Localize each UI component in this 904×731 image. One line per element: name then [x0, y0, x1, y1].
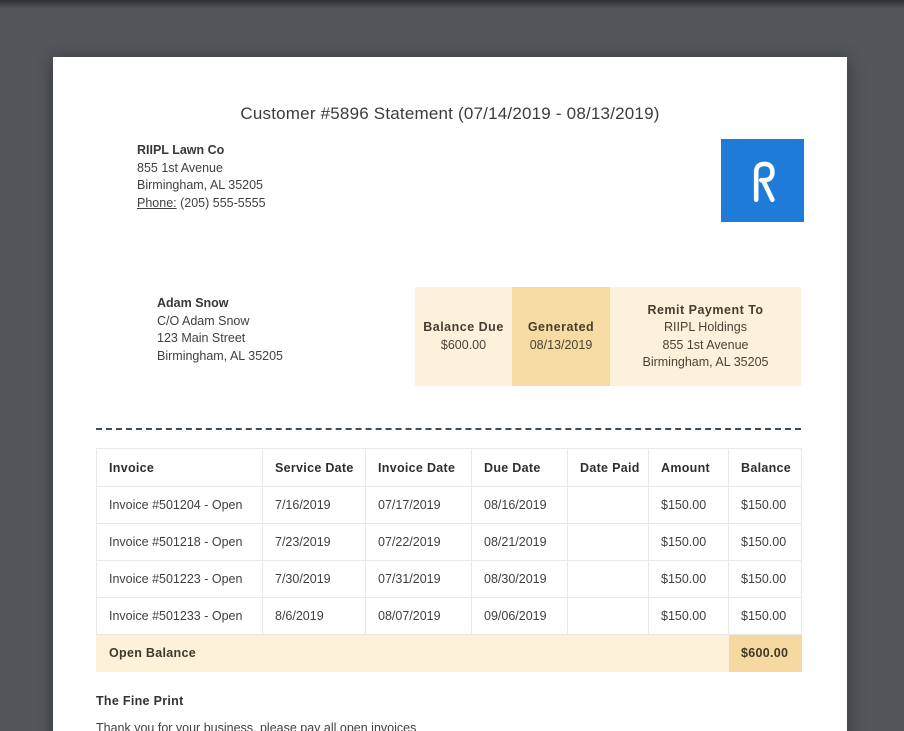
- cell-invoice: Invoice #501233 - Open: [96, 597, 263, 635]
- balance-due-value: $600.00: [440, 337, 487, 352]
- balance-due-label: Balance Due: [423, 320, 504, 334]
- company-address-line1: 855 1st Avenue: [137, 160, 223, 175]
- cell-date-paid: [567, 597, 649, 635]
- balance-due-cell: Balance Due $600.00: [415, 287, 512, 386]
- cell-invoice-date: 07/31/2019: [365, 560, 472, 598]
- header-invoice-date: Invoice Date: [365, 448, 472, 487]
- open-balance-label: Open Balance: [96, 634, 729, 672]
- company-logo: [721, 139, 804, 222]
- cell-balance: $150.00: [728, 597, 802, 635]
- statement-page: Customer #5896 Statement (07/14/2019 - 0…: [53, 57, 847, 731]
- recipient-care-of: C/O Adam Snow: [157, 313, 250, 328]
- table-row: Invoice #501233 - Open 8/6/2019 08/07/20…: [96, 597, 802, 635]
- open-balance-row: Open Balance $600.00: [96, 634, 802, 672]
- cell-amount: $150.00: [648, 523, 729, 561]
- cell-invoice: Invoice #501204 - Open: [96, 486, 263, 524]
- remit-payment-cell: Remit Payment To RIIPL Holdings 855 1st …: [610, 287, 801, 386]
- cell-date-paid: [567, 486, 649, 524]
- dashed-separator: [96, 428, 801, 430]
- phone-label: Phone:: [137, 195, 177, 210]
- phone-number: (205) 555-5555: [180, 195, 266, 210]
- invoice-table: Invoice Service Date Invoice Date Due Da…: [96, 448, 802, 672]
- cell-date-paid: [567, 560, 649, 598]
- company-phone-line: Phone: (205) 555-5555: [137, 195, 266, 213]
- cell-balance: $150.00: [728, 560, 802, 598]
- cell-due-date: 08/21/2019: [471, 523, 568, 561]
- fine-print-heading: The Fine Print: [96, 694, 184, 708]
- company-address-line2: Birmingham, AL 35205: [137, 178, 264, 192]
- cell-invoice-date: 07/17/2019: [365, 486, 472, 524]
- recipient-name: Adam Snow: [157, 296, 229, 310]
- generated-label: Generated: [527, 320, 595, 334]
- remit-address2: Birmingham, AL 35205: [642, 355, 769, 369]
- cell-invoice-date: 08/07/2019: [365, 597, 472, 635]
- fine-print-text: Thank you for your business, please pay …: [96, 721, 417, 731]
- cell-date-paid: [567, 523, 649, 561]
- document-viewer: { "document": { "title": "Customer #5896…: [0, 0, 904, 731]
- open-balance-total: $600.00: [728, 634, 802, 672]
- cell-service-date: 7/23/2019: [262, 523, 366, 561]
- header-balance: Balance: [728, 448, 802, 487]
- cell-service-date: 8/6/2019: [262, 597, 366, 635]
- cell-due-date: 08/30/2019: [471, 560, 568, 598]
- table-header-row: Invoice Service Date Invoice Date Due Da…: [96, 448, 802, 487]
- table-row: Invoice #501218 - Open 7/23/2019 07/22/2…: [96, 523, 802, 561]
- recipient-city: Birmingham, AL 35205: [157, 348, 284, 363]
- remit-address1: 855 1st Avenue: [662, 337, 749, 352]
- table-row: Invoice #501223 - Open 7/30/2019 07/31/2…: [96, 560, 802, 598]
- cell-due-date: 08/16/2019: [471, 486, 568, 524]
- cell-balance: $150.00: [728, 523, 802, 561]
- recipient-address-block: Adam Snow C/O Adam Snow 123 Main Street …: [157, 295, 283, 365]
- cell-due-date: 09/06/2019: [471, 597, 568, 635]
- generated-cell: Generated 08/13/2019: [512, 287, 610, 386]
- cell-service-date: 7/30/2019: [262, 560, 366, 598]
- cell-service-date: 7/16/2019: [262, 486, 366, 524]
- cell-invoice-date: 07/22/2019: [365, 523, 472, 561]
- remit-label: Remit Payment To: [647, 302, 764, 317]
- cell-amount: $150.00: [648, 560, 729, 598]
- header-service-date: Service Date: [262, 448, 366, 487]
- remit-name: RIIPL Holdings: [664, 320, 747, 334]
- statement-title: Customer #5896 Statement (07/14/2019 - 0…: [240, 104, 660, 123]
- logo-r-icon: [744, 158, 782, 204]
- cell-invoice: Invoice #501223 - Open: [96, 560, 263, 598]
- viewer-top-shadow: [0, 0, 904, 9]
- generated-value: 08/13/2019: [529, 337, 593, 352]
- recipient-street: 123 Main Street: [157, 331, 246, 345]
- company-name: RIIPL Lawn Co: [137, 143, 225, 157]
- cell-balance: $150.00: [728, 486, 802, 524]
- company-address-block: RIIPL Lawn Co 855 1st Avenue Birmingham,…: [137, 142, 266, 212]
- header-amount: Amount: [648, 448, 729, 487]
- cell-amount: $150.00: [648, 597, 729, 635]
- header-due-date: Due Date: [471, 448, 568, 487]
- statement-summary-band: Balance Due $600.00 Generated 08/13/2019…: [415, 287, 801, 386]
- table-row: Invoice #501204 - Open 7/16/2019 07/17/2…: [96, 486, 802, 524]
- cell-invoice: Invoice #501218 - Open: [96, 523, 263, 561]
- header-invoice: Invoice: [96, 448, 263, 487]
- header-date-paid: Date Paid: [567, 448, 649, 487]
- cell-amount: $150.00: [648, 486, 729, 524]
